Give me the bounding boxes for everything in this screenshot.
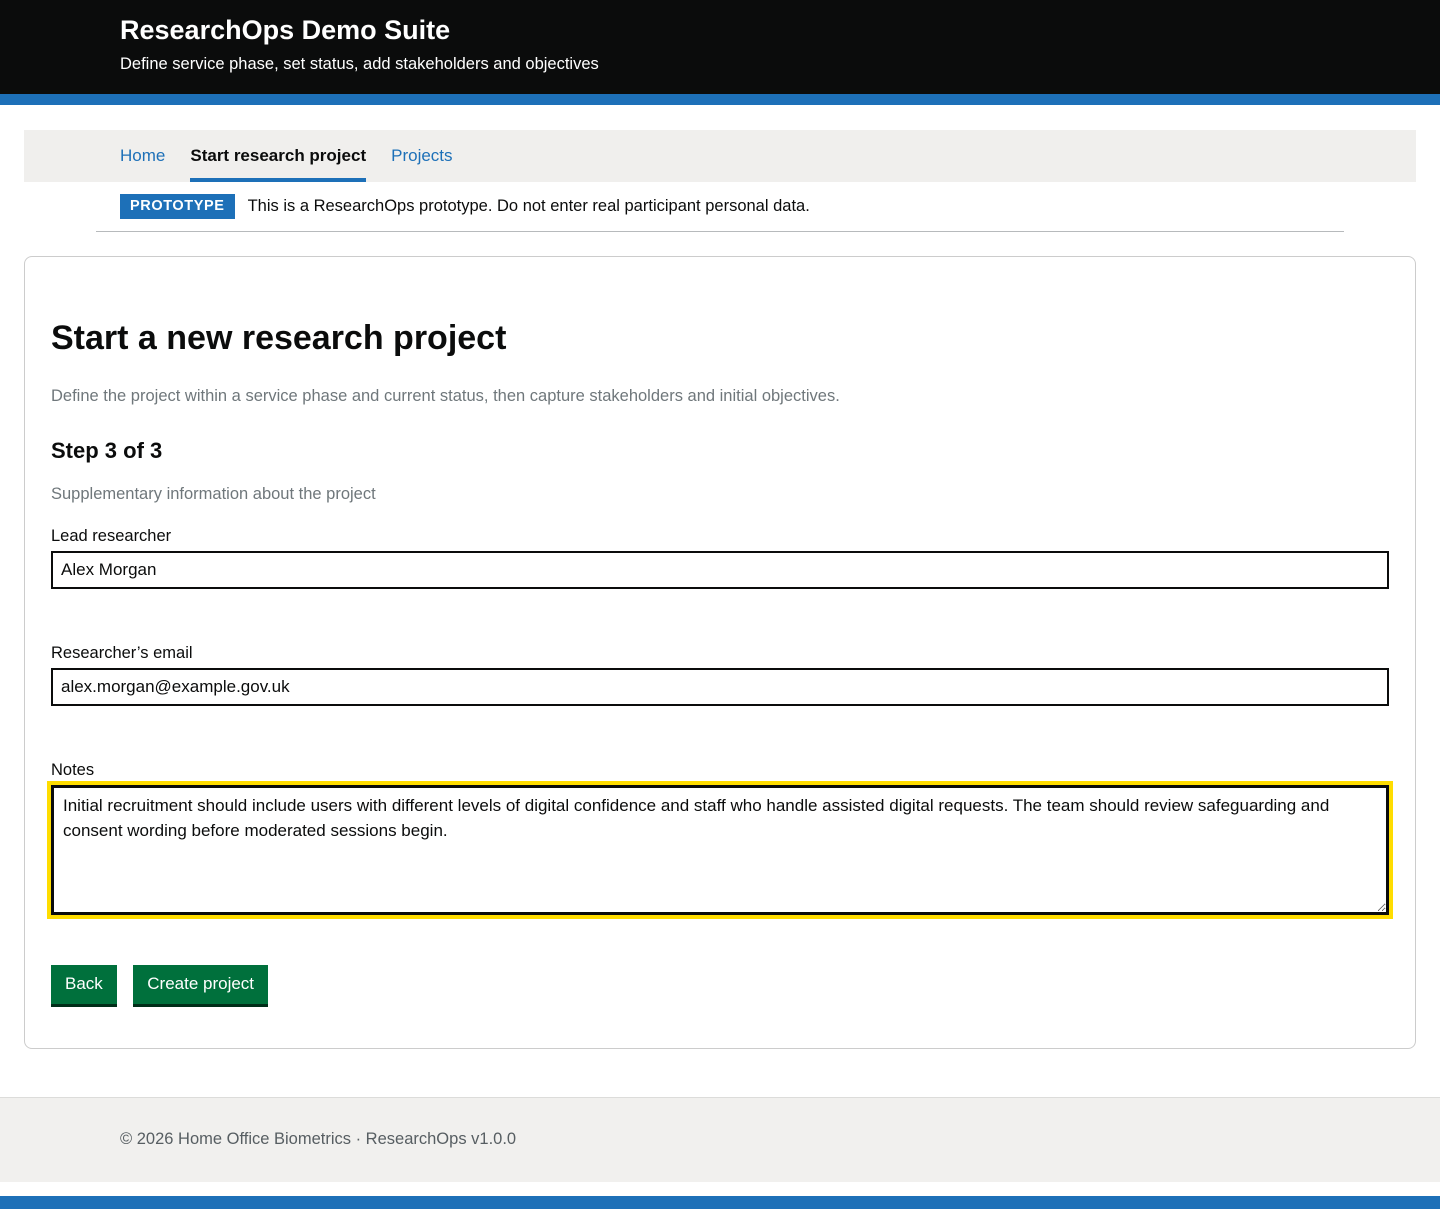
app-header: ResearchOps Demo Suite Define service ph… (0, 0, 1440, 94)
banner-divider (96, 231, 1344, 232)
researcher-email-input[interactable] (51, 668, 1389, 706)
notes-label: Notes (51, 761, 1389, 780)
phase-banner: PROTOTYPE This is a ResearchOps prototyp… (120, 194, 1320, 219)
notes-group: Notes Initial recruitment should include… (51, 761, 1389, 915)
nav-item-home[interactable]: Home (120, 130, 165, 182)
step-heading: Step 3 of 3 (51, 438, 1389, 464)
app-footer: © 2026 Home Office Biometrics · Research… (0, 1097, 1440, 1182)
researcher-email-group: Researcher’s email (51, 644, 1389, 706)
page-title: Start a new research project (51, 320, 1389, 357)
app-title: ResearchOps Demo Suite (120, 15, 1320, 46)
footer-text: © 2026 Home Office Biometrics · Research… (120, 1130, 1440, 1149)
main-nav: Home Start research project Projects (24, 130, 1416, 182)
prototype-badge: PROTOTYPE (120, 194, 235, 219)
step-description: Supplementary information about the proj… (51, 485, 1389, 504)
researcher-email-label: Researcher’s email (51, 644, 1389, 663)
lead-researcher-input[interactable] (51, 551, 1389, 589)
button-row: Back Create project (51, 965, 1389, 1004)
back-button[interactable]: Back (51, 965, 117, 1004)
header-accent-bar (0, 94, 1440, 105)
nav-item-projects[interactable]: Projects (391, 130, 452, 182)
prototype-banner-text: This is a ResearchOps prototype. Do not … (248, 197, 810, 216)
app-subtitle: Define service phase, set status, add st… (120, 55, 1320, 75)
main-card: Start a new research project Define the … (24, 256, 1416, 1049)
lead-researcher-group: Lead researcher (51, 527, 1389, 589)
nav-item-start-research-project[interactable]: Start research project (190, 130, 366, 182)
create-project-button[interactable]: Create project (133, 965, 268, 1004)
footer-accent-bar (0, 1196, 1440, 1209)
page-description: Define the project within a service phas… (51, 387, 1389, 406)
lead-researcher-label: Lead researcher (51, 527, 1389, 546)
notes-textarea[interactable]: Initial recruitment should include users… (51, 785, 1389, 915)
